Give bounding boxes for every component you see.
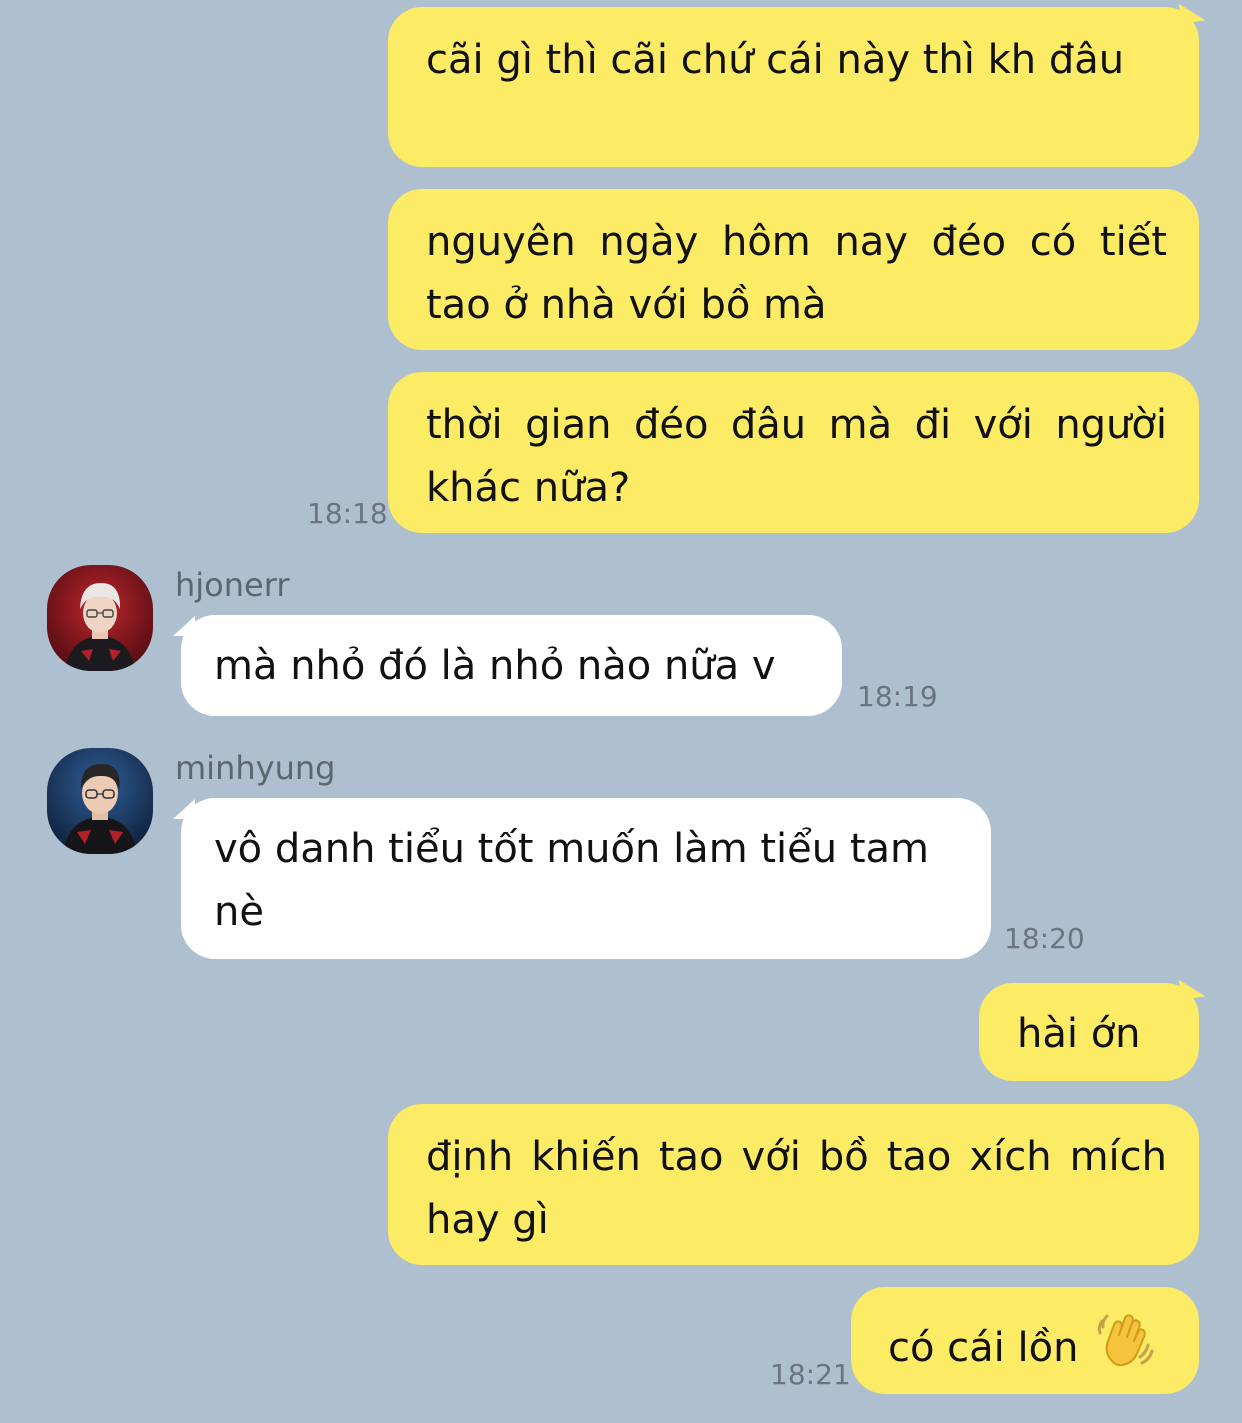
message-timestamp: 18:18 — [307, 497, 388, 530]
message-timestamp: 18:19 — [857, 680, 938, 713]
message-text: hài ớn — [1017, 1011, 1141, 1057]
avatar-minhyung[interactable] — [47, 748, 153, 854]
message-text: định khiến tao với bồ tao xích mích hay … — [426, 1134, 1167, 1243]
message-bubble-outgoing[interactable]: định khiến tao với bồ tao xích mích hay … — [388, 1104, 1199, 1265]
avatar-hjonerr[interactable] — [47, 565, 153, 671]
message-bubble-outgoing[interactable]: có cái lồn — [851, 1287, 1199, 1394]
message-bubble-outgoing[interactable]: nguyên ngày hôm nay đéo có tiết tao ở nh… — [388, 189, 1199, 350]
profile-photo-minhyung-icon — [47, 748, 153, 854]
sender-name: hjonerr — [175, 566, 290, 604]
message-text: nguyên ngày hôm nay đéo có tiết tao ở nh… — [426, 219, 1167, 328]
message-bubble-incoming[interactable]: vô danh tiểu tốt muốn làm tiểu tam nè — [181, 798, 991, 959]
message-text: mà nhỏ đó là nhỏ nào nữa v — [214, 643, 776, 689]
message-text: có cái lồn — [888, 1325, 1079, 1371]
message-text: cãi gì thì cãi chứ cái này thì kh đâu — [426, 37, 1125, 83]
message-text: vô danh tiểu tốt muốn làm tiểu tam nè — [214, 826, 929, 935]
sender-name: minhyung — [175, 749, 336, 787]
message-timestamp: 18:21 — [770, 1358, 851, 1391]
message-bubble-incoming[interactable]: mà nhỏ đó là nhỏ nào nữa v — [181, 615, 842, 716]
message-bubble-outgoing[interactable]: cãi gì thì cãi chứ cái này thì kh đâu — [388, 7, 1199, 167]
message-timestamp: 18:20 — [1004, 922, 1085, 955]
message-bubble-outgoing[interactable]: thời gian đéo đâu mà đi với người khác n… — [388, 372, 1199, 533]
profile-photo-hjonerr-icon — [47, 565, 153, 671]
message-text: thời gian đéo đâu mà đi với người khác n… — [426, 402, 1167, 511]
message-bubble-outgoing[interactable]: hài ớn — [979, 983, 1199, 1081]
waving-hand-icon — [1094, 1311, 1154, 1388]
